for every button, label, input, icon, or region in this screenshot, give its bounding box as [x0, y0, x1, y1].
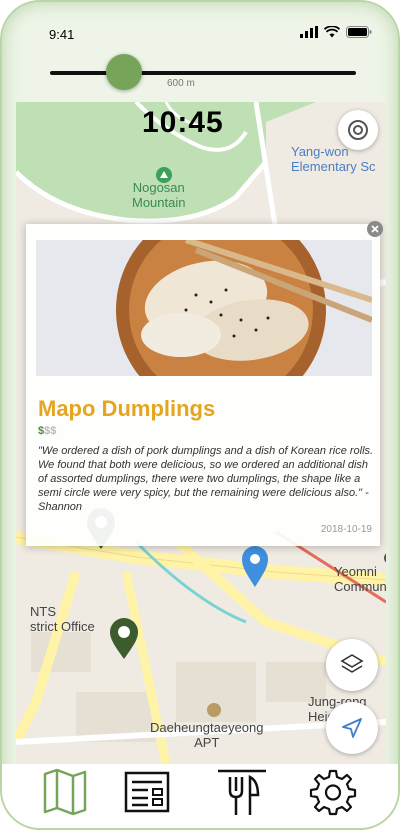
map-icon [43, 768, 87, 816]
close-icon [371, 225, 379, 233]
layers-icon [340, 654, 364, 673]
map-label-community: Yeomni Community C [334, 564, 386, 594]
status-time: 9:41 [49, 27, 75, 42]
map-label-park: Nogosan Mountain [132, 180, 186, 210]
navigate-button[interactable] [326, 702, 378, 754]
tab-restaurants[interactable] [214, 764, 270, 820]
navigation-arrow-icon [342, 718, 362, 738]
distance-slider-thumb[interactable] [106, 54, 142, 90]
map-pin-blue[interactable] [241, 546, 269, 588]
map-label-apt-bottom: Daeheungtaeyeong APT [150, 720, 264, 750]
review-date: 2018-10-19 [320, 524, 372, 535]
tab-list[interactable] [120, 764, 174, 820]
restaurant-name: Mapo Dumplings [38, 396, 216, 421]
tab-map[interactable] [38, 764, 92, 820]
gear-icon [309, 769, 357, 816]
wifi-icon [324, 26, 340, 38]
review-text: "We ordered a dish of pork dumplings and… [38, 445, 374, 513]
tab-settings[interactable] [306, 764, 360, 820]
distance-value: 600 m [167, 78, 195, 89]
phone-frame: 9:41 600 m Nogosan Mountain Yang-won Ele… [0, 0, 400, 830]
fork-knife-icon [218, 769, 266, 815]
map-clock: 10:45 [142, 106, 224, 139]
signal-icon [300, 26, 318, 38]
map-pin-green[interactable] [109, 618, 139, 660]
tab-bar [2, 764, 398, 828]
status-bar: 9:41 [2, 2, 398, 62]
battery-icon [346, 26, 372, 38]
price-level: $$$ [38, 425, 57, 437]
restaurant-card[interactable]: Mapo Dumplings $$$ "We ordered a dish of… [26, 224, 380, 546]
close-card-button[interactable] [367, 221, 383, 237]
layers-button[interactable] [326, 639, 378, 691]
food-photo [36, 240, 372, 376]
location-target-button[interactable] [338, 110, 378, 150]
map-label-district: NTS strict Office [30, 604, 95, 634]
distance-slider-track[interactable] [50, 71, 356, 75]
target-icon [348, 120, 368, 140]
list-icon [124, 771, 170, 813]
